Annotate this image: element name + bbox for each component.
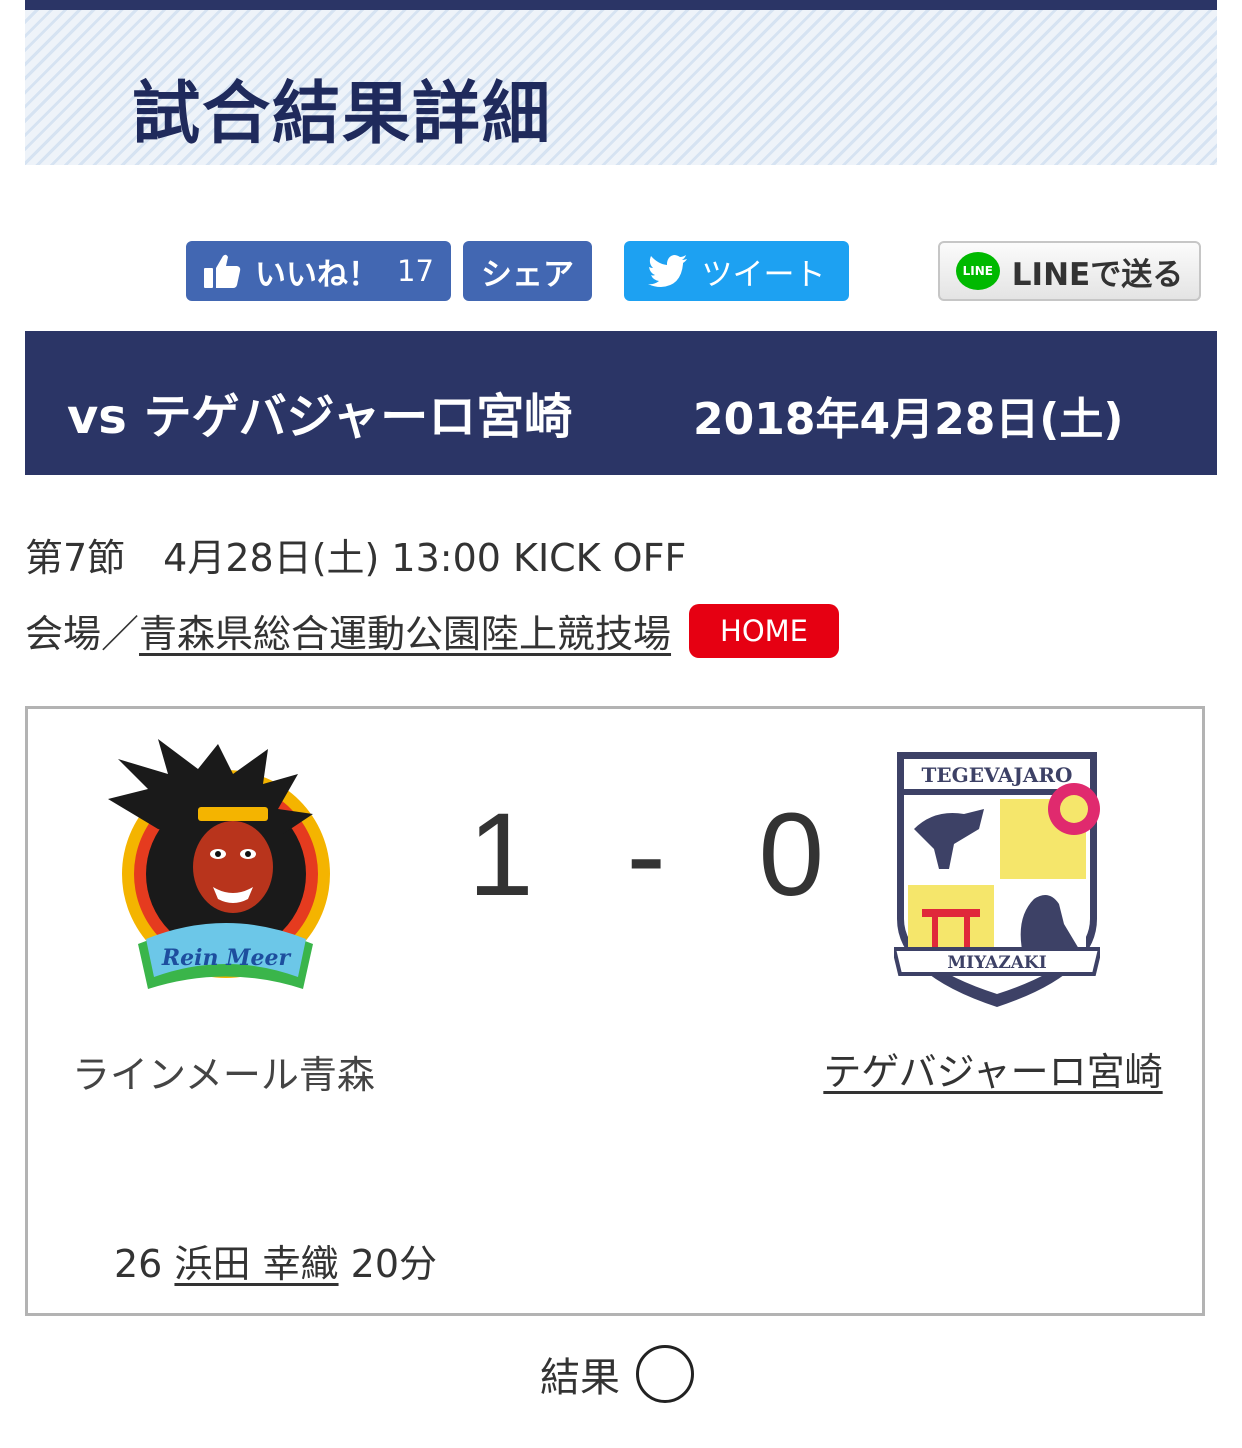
scorer-number: 26 bbox=[114, 1242, 163, 1286]
match-round-info: 第7節 4月28日(土) 13:00 KICK OFF bbox=[25, 536, 687, 580]
away-team-logo: TEGEVAJARO MIYAZAKI bbox=[891, 749, 1103, 1011]
home-score: 1 bbox=[468, 789, 544, 921]
away-score: 0 bbox=[758, 789, 835, 921]
venue-prefix: 会場／ bbox=[25, 612, 140, 656]
match-banner: vs テゲバジャーロ宮崎 2018年4月28日(土) bbox=[25, 331, 1217, 475]
thumbs-up-icon bbox=[203, 253, 241, 289]
line-logo-icon: LINE bbox=[955, 252, 1000, 290]
share-label: シェア bbox=[481, 256, 574, 293]
result-label: 結果 bbox=[540, 1355, 620, 1401]
twitter-bird-icon bbox=[647, 255, 688, 287]
line-label: LINEで送る bbox=[1011, 256, 1184, 293]
result-row: 結果 bbox=[540, 1345, 694, 1403]
title-band: 試合結果詳細 bbox=[25, 0, 1217, 165]
facebook-share-button[interactable]: シェア bbox=[463, 241, 592, 301]
scorer-player-link[interactable]: 浜田 幸織 bbox=[174, 1242, 338, 1286]
score-display: 1 - 0 bbox=[468, 787, 834, 923]
line-send-button[interactable]: LINE LINEで送る bbox=[938, 241, 1201, 301]
svg-text:MIYAZAKI: MIYAZAKI bbox=[947, 953, 1046, 973]
venue-row: 会場／ 青森県総合運動公園陸上競技場 HOME bbox=[25, 603, 840, 658]
away-team-name: テゲバジャーロ宮崎 bbox=[818, 1034, 1168, 1110]
score-box: Rein Meer 1 - 0 TEGEVAJARO MIYAZAKI ラインメ… bbox=[25, 706, 1205, 1316]
tweet-button[interactable]: ツイート bbox=[624, 241, 849, 301]
page-title: 試合結果詳細 bbox=[132, 75, 553, 154]
result-win-circle-icon bbox=[636, 1345, 694, 1403]
venue-link[interactable]: 青森県総合運動公園陸上競技場 bbox=[139, 603, 671, 658]
like-count: 17 bbox=[397, 254, 434, 288]
facebook-like-button[interactable]: いいね！ 17 bbox=[186, 241, 451, 301]
match-opponent: vs テゲバジャーロ宮崎 bbox=[67, 389, 573, 445]
svg-text:TEGEVAJARO: TEGEVAJARO bbox=[922, 763, 1073, 787]
home-badge: HOME bbox=[689, 603, 840, 658]
scorer-minute: 20分 bbox=[350, 1242, 437, 1286]
score-separator: - bbox=[626, 789, 676, 921]
svg-text:Rein Meer: Rein Meer bbox=[161, 945, 292, 971]
home-team-logo: Rein Meer bbox=[98, 739, 338, 1009]
away-team-link[interactable]: テゲバジャーロ宮崎 bbox=[823, 1050, 1162, 1094]
home-team-name: ラインメール青森 bbox=[72, 1053, 375, 1097]
tweet-label: ツイート bbox=[701, 256, 826, 293]
match-date: 2018年4月28日(土) bbox=[693, 394, 1124, 445]
goal-scorer-row: 26 浜田 幸織 20分 bbox=[114, 1233, 437, 1288]
like-label: いいね！ bbox=[255, 256, 380, 293]
